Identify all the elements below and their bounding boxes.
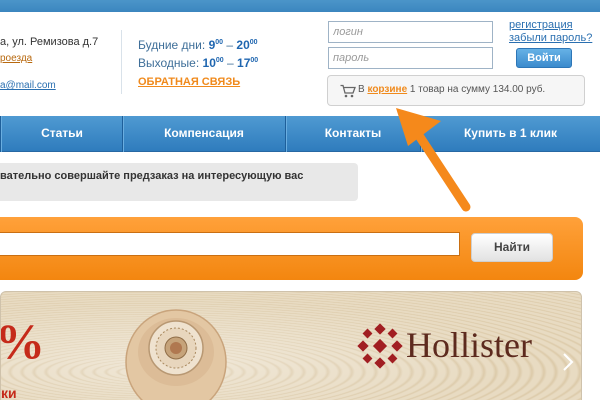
promo-banner[interactable]: % ки Hollister	[0, 291, 582, 400]
search-button[interactable]: Найти	[471, 233, 553, 262]
register-link[interactable]: регистрация	[509, 19, 573, 31]
page: а, ул. Ремизова д.7 роезда a@mail.com Бу…	[0, 0, 600, 400]
cart-icon[interactable]	[340, 84, 356, 103]
weekend-dash: –	[223, 56, 238, 70]
username-input[interactable]	[328, 21, 493, 43]
cart-text: В корзине 1 товар на сумму 134.00 руб.	[358, 84, 545, 95]
header-divider	[121, 30, 122, 94]
main-nav: Статьи Компенсация Контакты Купить в 1 к…	[0, 116, 600, 152]
weekend-from-minutes: 00	[215, 57, 224, 64]
forgot-password-link[interactable]: забыли пароль?	[509, 32, 592, 44]
nav-item-articles[interactable]: Статьи	[2, 116, 122, 152]
nav-item-compensation[interactable]: Компенсация	[123, 116, 285, 152]
nav-item-contacts[interactable]: Контакты	[286, 116, 420, 152]
weekday-dash: –	[223, 38, 237, 52]
weekend-to-minutes: 00	[250, 57, 259, 64]
banner-percent: %	[0, 313, 45, 369]
chevron-right-icon[interactable]	[561, 352, 575, 372]
top-strip	[0, 0, 600, 12]
nav-separator	[0, 116, 1, 152]
password-input[interactable]	[328, 47, 493, 69]
search-input[interactable]	[0, 232, 460, 256]
notice-text: вательно совершайте предзаказ на интерес…	[0, 170, 304, 182]
nav-item-buy-one-click[interactable]: Купить в 1 клик	[421, 116, 600, 152]
weekday-from-minutes: 00	[215, 39, 224, 46]
address-text: а, ул. Ремизова д.7	[0, 36, 99, 48]
weekend-to: 17	[237, 56, 251, 70]
weekday-to-minutes: 00	[249, 39, 258, 46]
hollister-logo-icon	[357, 323, 403, 369]
cart-summary: В корзине 1 товар на сумму 134.00 руб.	[327, 75, 585, 106]
route-link[interactable]: роезда	[0, 53, 32, 64]
weekend-from: 10	[202, 56, 216, 70]
ostomy-pouch-image	[125, 309, 227, 400]
weekday-hours: Будние дни: 900 – 2000	[138, 38, 258, 52]
weekday-to: 20	[236, 38, 250, 52]
weekend-hours: Выходные: 1000 – 1700	[138, 56, 258, 70]
search-bar: Найти	[0, 217, 583, 280]
weekday-label: Будние дни:	[138, 38, 206, 52]
login-button[interactable]: Войти	[516, 48, 572, 68]
feedback-link[interactable]: ОБРАТНАЯ СВЯЗЬ	[138, 76, 240, 88]
weekend-label: Выходные:	[138, 56, 200, 70]
notice-box: вательно совершайте предзаказ на интерес…	[0, 163, 358, 201]
cart-link[interactable]: корзине	[367, 84, 407, 95]
banner-caption: ки	[1, 385, 17, 400]
brand-name: Hollister	[406, 325, 532, 365]
cart-prefix: В	[358, 84, 365, 95]
email-link[interactable]: a@mail.com	[0, 80, 56, 91]
cart-summary-text: 1 товар на сумму 134.00 руб.	[409, 84, 546, 95]
